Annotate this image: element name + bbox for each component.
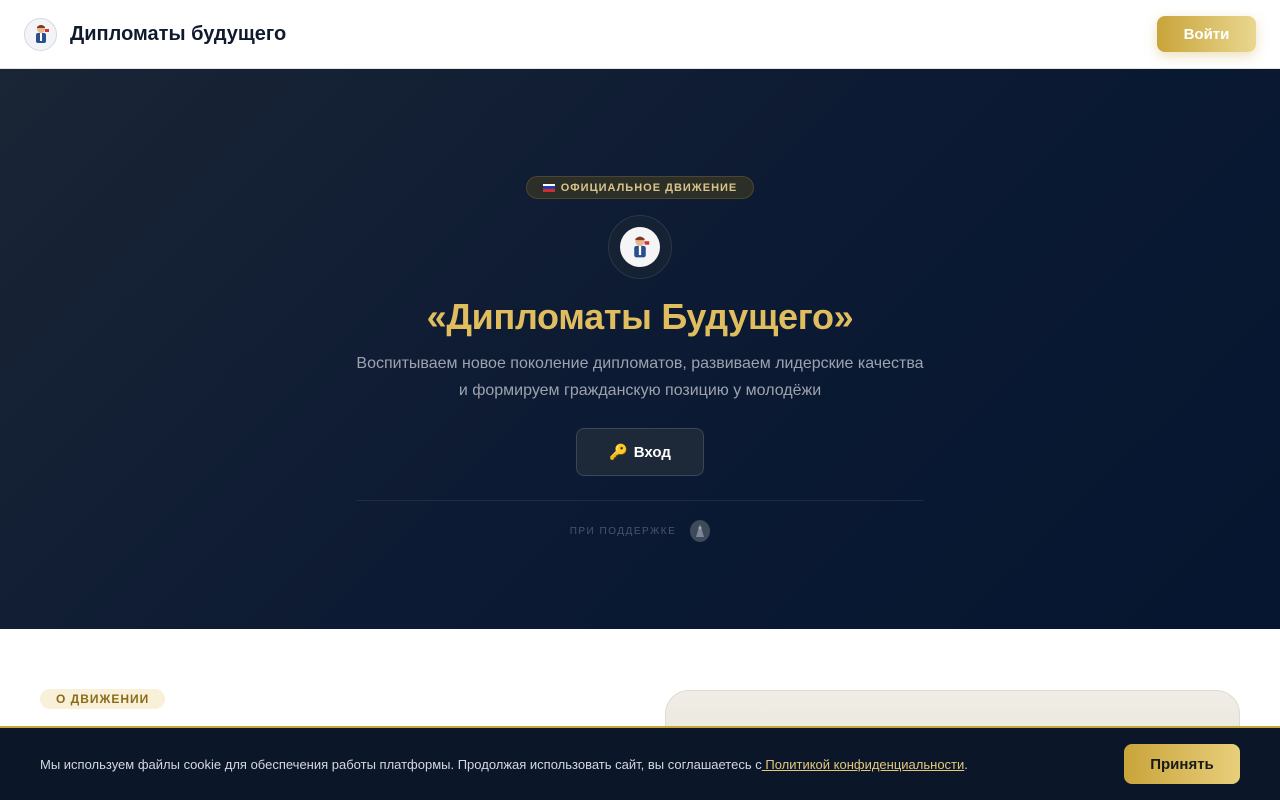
brand-name[interactable]: Дипломаты будущего: [70, 23, 286, 46]
hero-subtitle: Воспитываем новое поколение дипломатов, …: [340, 350, 940, 404]
russian-flag-icon: [542, 183, 555, 192]
login-button[interactable]: Войти: [1157, 16, 1256, 52]
cookie-text: Мы используем файлы cookie для обеспечен…: [40, 757, 968, 772]
hero-subtitle-line1: Воспитываем новое поколение дипломатов, …: [356, 355, 924, 372]
enter-button[interactable]: 🔑 Вход: [576, 428, 704, 476]
hero-divider: [356, 500, 924, 501]
privacy-policy-link[interactable]: Политикой конфиденциальности: [762, 757, 964, 772]
mascot-logo-icon: [620, 227, 660, 267]
hero-logo-ring: [608, 215, 672, 279]
cookie-banner: Мы используем файлы cookie для обеспечен…: [0, 726, 1280, 800]
key-icon: 🔑: [609, 444, 628, 461]
about-section-tag: О ДВИЖЕНИИ: [40, 689, 166, 709]
cookie-message: Мы используем файлы cookie для обеспечен…: [40, 756, 762, 772]
support-row: ПРИ ПОДДЕРЖКЕ: [570, 520, 711, 542]
support-emblem-icon: [690, 520, 711, 542]
cookie-suffix: .: [964, 756, 968, 772]
badge-label: ОФИЦИАЛЬНОЕ ДВИЖЕНИЕ: [560, 181, 738, 194]
official-badge: ОФИЦИАЛЬНОЕ ДВИЖЕНИЕ: [525, 176, 755, 199]
hero-section: ОФИЦИАЛЬНОЕ ДВИЖЕНИЕ «Дипломаты Будущего…: [0, 69, 1280, 629]
support-label: ПРИ ПОДДЕРЖКЕ: [569, 525, 677, 537]
hero-title: «Дипломаты Будущего»: [426, 296, 854, 337]
enter-label: Вход: [633, 443, 671, 461]
hero-subtitle-line2: и формируем гражданскую позицию у молодё…: [458, 382, 822, 399]
mascot-logo-icon[interactable]: [24, 17, 57, 51]
site-header: Дипломаты будущего Войти: [0, 0, 1280, 69]
accept-cookies-button[interactable]: Принять: [1124, 744, 1240, 784]
